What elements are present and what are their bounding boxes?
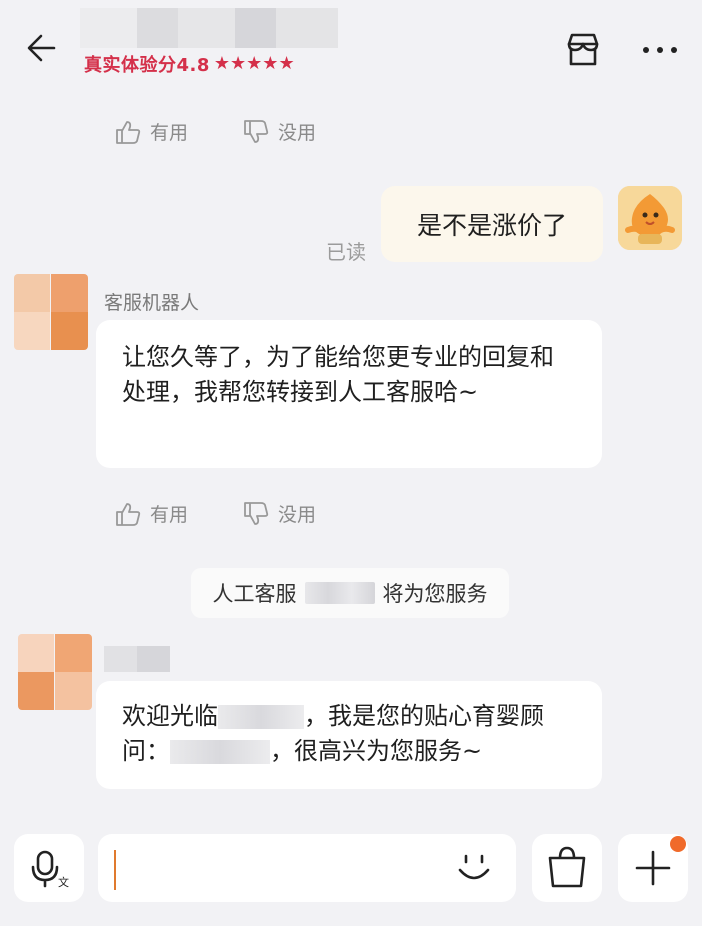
smile-icon[interactable] — [454, 850, 494, 886]
rating-label: 真实体验分4.8 — [84, 55, 210, 76]
user-avatar[interactable] — [618, 186, 682, 250]
rating-stars: ★★★★★ — [213, 53, 295, 74]
agent-name-redacted — [104, 646, 170, 672]
back-arrow-icon — [27, 34, 56, 62]
bot-avatar[interactable] — [14, 274, 88, 350]
shopping-bag-button[interactable] — [532, 834, 602, 902]
voice-to-text-icon: 文 — [31, 850, 69, 889]
thumbs-up-icon — [116, 502, 141, 526]
useful-button[interactable]: 有用 — [114, 118, 188, 145]
useless-button[interactable]: 没用 — [242, 118, 316, 145]
transfer-notice: 人工客服 将为您服务 — [191, 568, 509, 618]
store-name-redacted — [218, 705, 304, 729]
useless-label: 没用 — [278, 504, 317, 526]
svg-text:文: 文 — [58, 875, 69, 889]
agent-avatar[interactable] — [18, 634, 92, 710]
store-icon — [567, 33, 599, 66]
mascot-avatar-icon — [618, 186, 682, 250]
store-button[interactable] — [563, 30, 603, 70]
shopping-bag-icon — [548, 846, 586, 888]
bot-message-text: 让您久等了，为了能给您更专业的回复和处理，我帮您转接到人工客服哈~ — [122, 343, 554, 406]
user-message-text: 是不是涨价了 — [416, 211, 567, 240]
agent-nickname-redacted — [170, 740, 270, 764]
useful-label: 有用 — [150, 504, 189, 526]
voice-input-button[interactable]: 文 — [14, 834, 84, 902]
notification-dot — [670, 836, 686, 852]
agent-message-bubble[interactable]: 欢迎光临 ，我是您的贴心育婴顾问： ，很高兴为您服务~ — [96, 681, 602, 789]
useless-button[interactable]: 没用 — [242, 500, 316, 527]
read-status: 已读 — [326, 240, 366, 264]
useless-label: 没用 — [278, 122, 317, 144]
agent-message-part3: ，很高兴为您服务~ — [270, 737, 483, 765]
bot-message-bubble[interactable]: 让您久等了，为了能给您更专业的回复和处理，我帮您转接到人工客服哈~ — [96, 320, 602, 468]
thumbs-down-icon — [244, 501, 269, 525]
thumbs-down-icon — [244, 119, 269, 143]
shop-name-redacted — [80, 8, 338, 48]
experience-rating: 真实体验分4.8 ★★★★★ — [84, 52, 295, 77]
user-message-bubble[interactable]: 是不是涨价了 — [381, 186, 603, 262]
agent-message-part1: 欢迎光临 — [122, 702, 218, 730]
message-input[interactable] — [98, 834, 516, 902]
agent-name-redacted — [304, 582, 375, 604]
more-options-button[interactable] — [640, 36, 680, 64]
useful-button[interactable]: 有用 — [114, 500, 188, 527]
transfer-notice-suffix: 将为您服务 — [382, 582, 488, 606]
back-button[interactable] — [22, 28, 62, 68]
more-icon — [643, 47, 677, 53]
transfer-notice-prefix: 人工客服 — [212, 582, 297, 606]
useful-label: 有用 — [150, 122, 189, 144]
thumbs-up-icon — [116, 120, 141, 144]
text-cursor — [114, 850, 116, 890]
bot-name: 客服机器人 — [104, 292, 200, 314]
